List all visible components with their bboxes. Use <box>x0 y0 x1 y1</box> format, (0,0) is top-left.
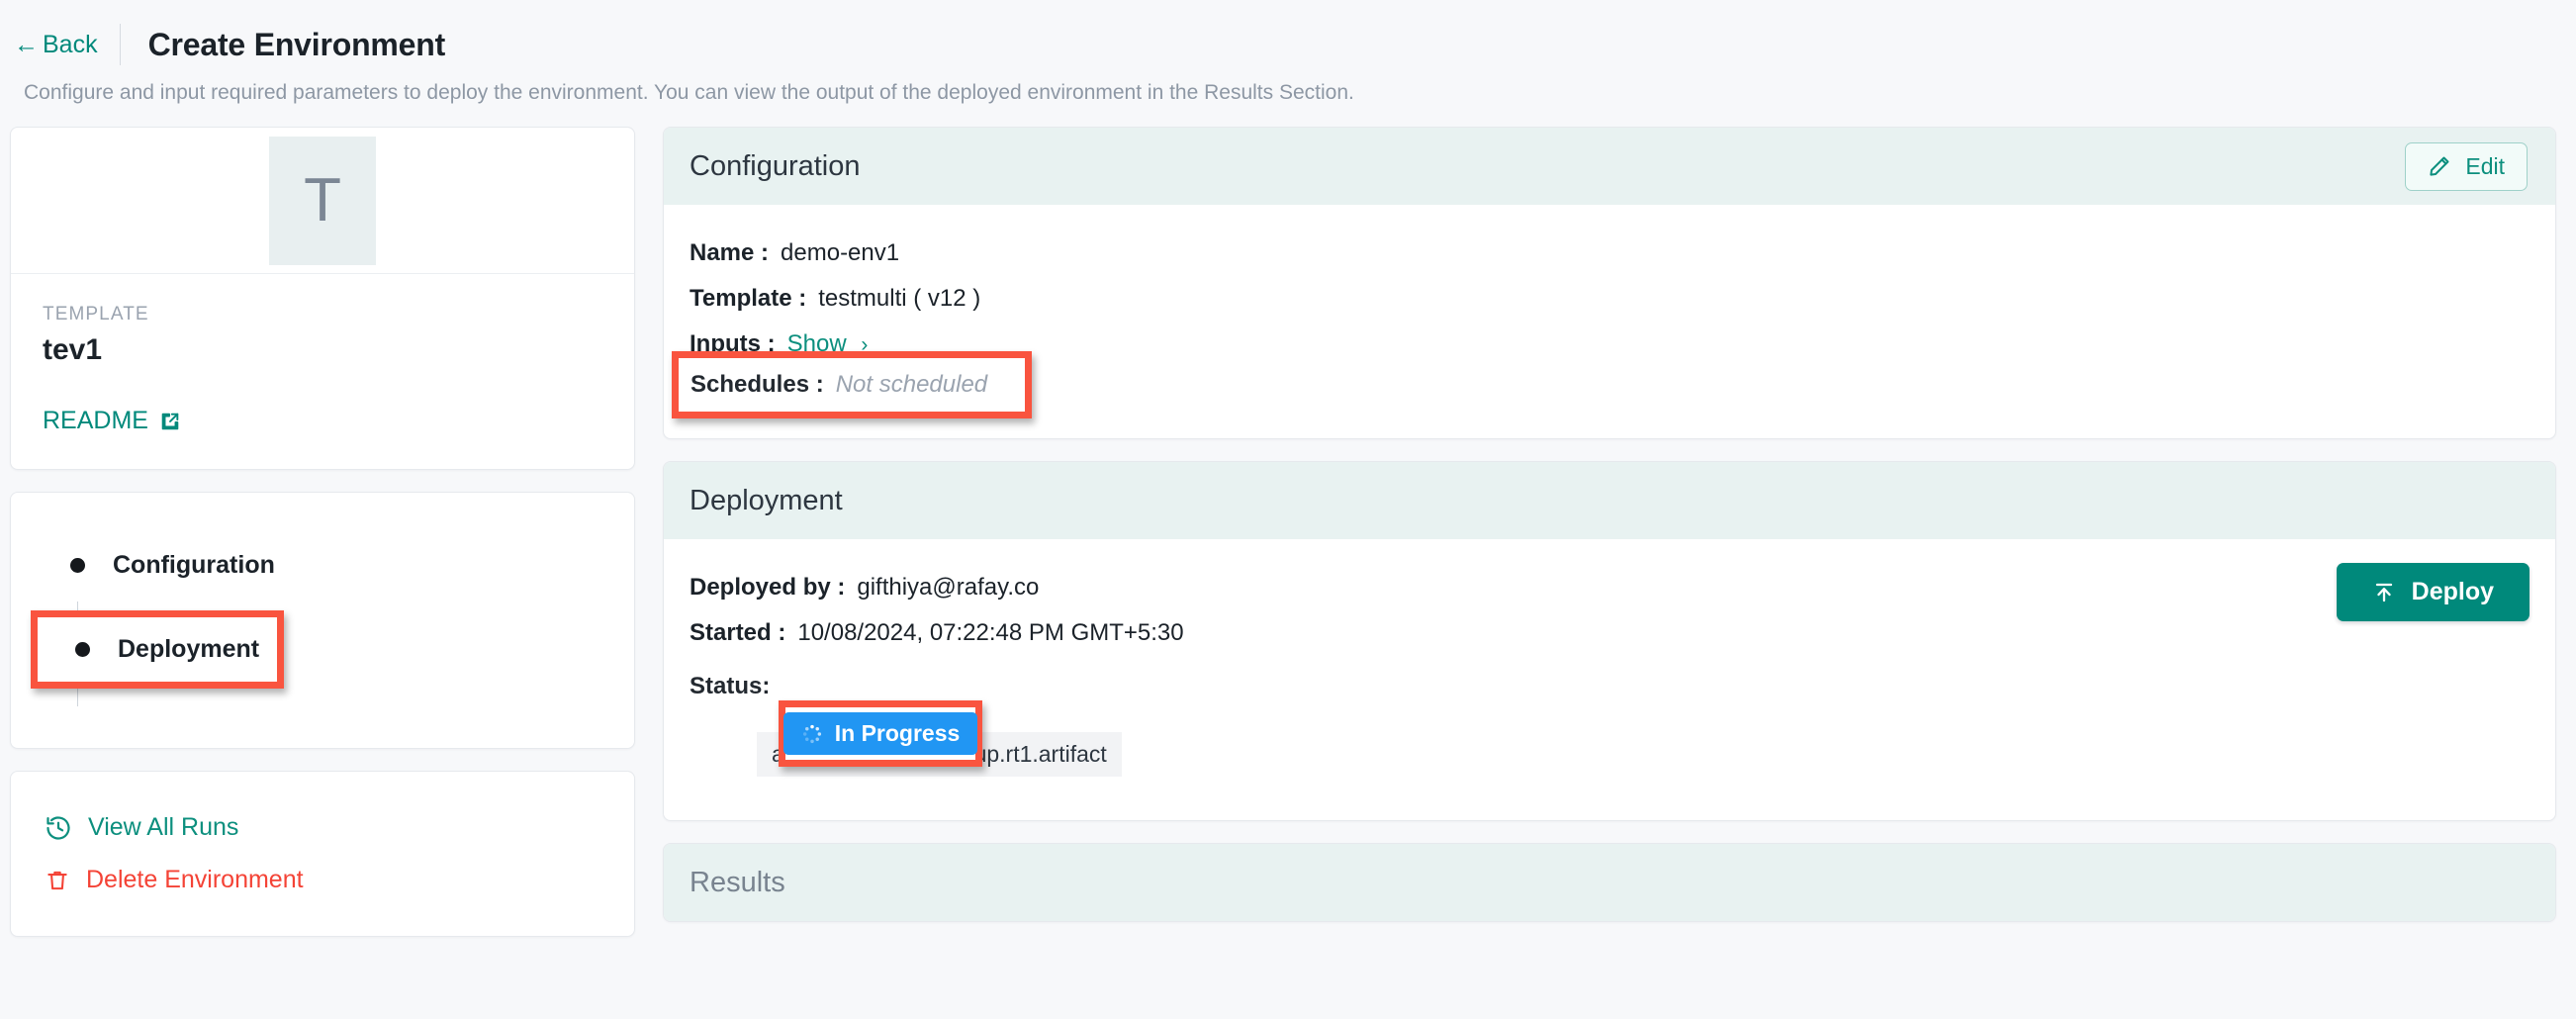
configuration-panel-body: Name : demo-env1 Template : testmulti ( … <box>664 205 2555 438</box>
config-template-key: Template : <box>690 285 807 312</box>
deployment-panel: Deployment Deployed by : gifthiya@rafay.… <box>663 461 2556 821</box>
view-all-runs-button[interactable]: View All Runs <box>11 801 634 854</box>
results-panel: Results <box>663 843 2556 922</box>
deployed-by-key: Deployed by : <box>690 574 846 601</box>
pencil-icon <box>2428 154 2451 178</box>
external-link-icon <box>159 411 181 432</box>
template-avatar: T <box>269 136 376 265</box>
edit-button-label: Edit <box>2465 152 2505 179</box>
back-button[interactable]: ← Back <box>14 31 120 59</box>
edit-button[interactable]: Edit <box>2405 141 2528 191</box>
header-row: ← Back Create Environment <box>14 18 2576 71</box>
template-label: TEMPLATE <box>43 304 149 324</box>
started-value: 10/08/2024, 07:22:48 PM GMT+5:30 <box>797 619 1184 646</box>
deployment-panel-title: Deployment <box>690 484 843 516</box>
upload-icon <box>2372 581 2396 604</box>
history-clock-icon <box>45 814 72 842</box>
status-badge[interactable]: In Progress <box>782 712 978 755</box>
page-subtitle: Configure and input required parameters … <box>24 81 1354 104</box>
delete-environment-button[interactable]: Delete Environment <box>11 854 634 906</box>
trash-icon <box>45 868 70 893</box>
deploy-button[interactable]: Deploy <box>2336 563 2530 621</box>
step-label: Deployment <box>118 635 260 663</box>
template-name: tev1 <box>43 333 103 366</box>
arrow-left-icon: ← <box>14 30 39 58</box>
results-panel-title: Results <box>690 866 785 898</box>
config-schedules-value: Not scheduled <box>835 371 988 398</box>
config-template-row: Template : testmulti ( v12 ) <box>690 276 2530 322</box>
configuration-panel-header: Configuration Edit <box>664 128 2555 205</box>
deployment-panel-header: Deployment <box>664 462 2555 539</box>
step-label: Configuration <box>113 550 275 579</box>
readme-link[interactable]: README <box>43 407 181 435</box>
template-logo-area: T <box>11 128 634 274</box>
delete-environment-label: Delete Environment <box>86 866 304 893</box>
step-dot-icon <box>75 642 90 657</box>
started-row: Started : 10/08/2024, 07:22:48 PM GMT+5:… <box>690 610 2530 656</box>
config-template-value: testmulti ( v12 ) <box>818 285 981 312</box>
deploy-button-label: Deploy <box>2411 578 2494 605</box>
template-card: T TEMPLATE tev1 README <box>10 127 635 470</box>
annotation-highlight-schedules-row: Schedules : Not scheduled <box>672 351 1032 418</box>
back-button-label: Back <box>43 30 98 58</box>
deployed-by-value: gifthiya@rafay.co <box>857 574 1040 601</box>
page-layout: T TEMPLATE tev1 README Configuration Dep… <box>0 105 2576 937</box>
deployment-panel-body: Deployed by : gifthiya@rafay.co Started … <box>664 539 2555 820</box>
config-name-value: demo-env1 <box>781 239 900 266</box>
template-card-body: TEMPLATE tev1 README <box>11 274 634 469</box>
config-name-key: Name : <box>690 239 770 266</box>
steps-card: Configuration Deployment Results Deploym… <box>10 492 635 749</box>
results-panel-header: Results <box>664 844 2555 921</box>
view-all-runs-label: View All Runs <box>88 813 239 841</box>
deployed-by-row: Deployed by : gifthiya@rafay.co <box>690 565 2530 610</box>
main-content: Configuration Edit Name : demo-env1 Temp… <box>663 127 2556 922</box>
sidebar-actions-card: View All Runs Delete Environment <box>10 771 635 937</box>
started-key-text: Started : <box>690 619 786 646</box>
config-schedules-key: Schedules : <box>690 371 824 398</box>
started-key: Started : <box>690 619 785 647</box>
readme-link-label: README <box>43 407 148 434</box>
page-title: Create Environment <box>147 26 446 62</box>
annotation-highlight-status-badge: In Progress <box>779 700 982 767</box>
status-badge-label: In Progress <box>834 720 961 746</box>
annotation-highlight-deployment-step: Deployment <box>31 610 284 689</box>
page-header: ← Back Create Environment Configure and … <box>0 0 2576 105</box>
sidebar: T TEMPLATE tev1 README Configuration Dep… <box>10 127 635 937</box>
configuration-panel: Configuration Edit Name : demo-env1 Temp… <box>663 127 2556 439</box>
status-key: Status: <box>690 672 771 699</box>
config-name-row: Name : demo-env1 <box>690 231 2530 276</box>
step-dot-icon <box>70 557 85 573</box>
sidebar-step-configuration[interactable]: Configuration <box>11 536 634 594</box>
configuration-panel-title: Configuration <box>690 149 861 182</box>
loading-spinner-icon <box>801 723 823 745</box>
